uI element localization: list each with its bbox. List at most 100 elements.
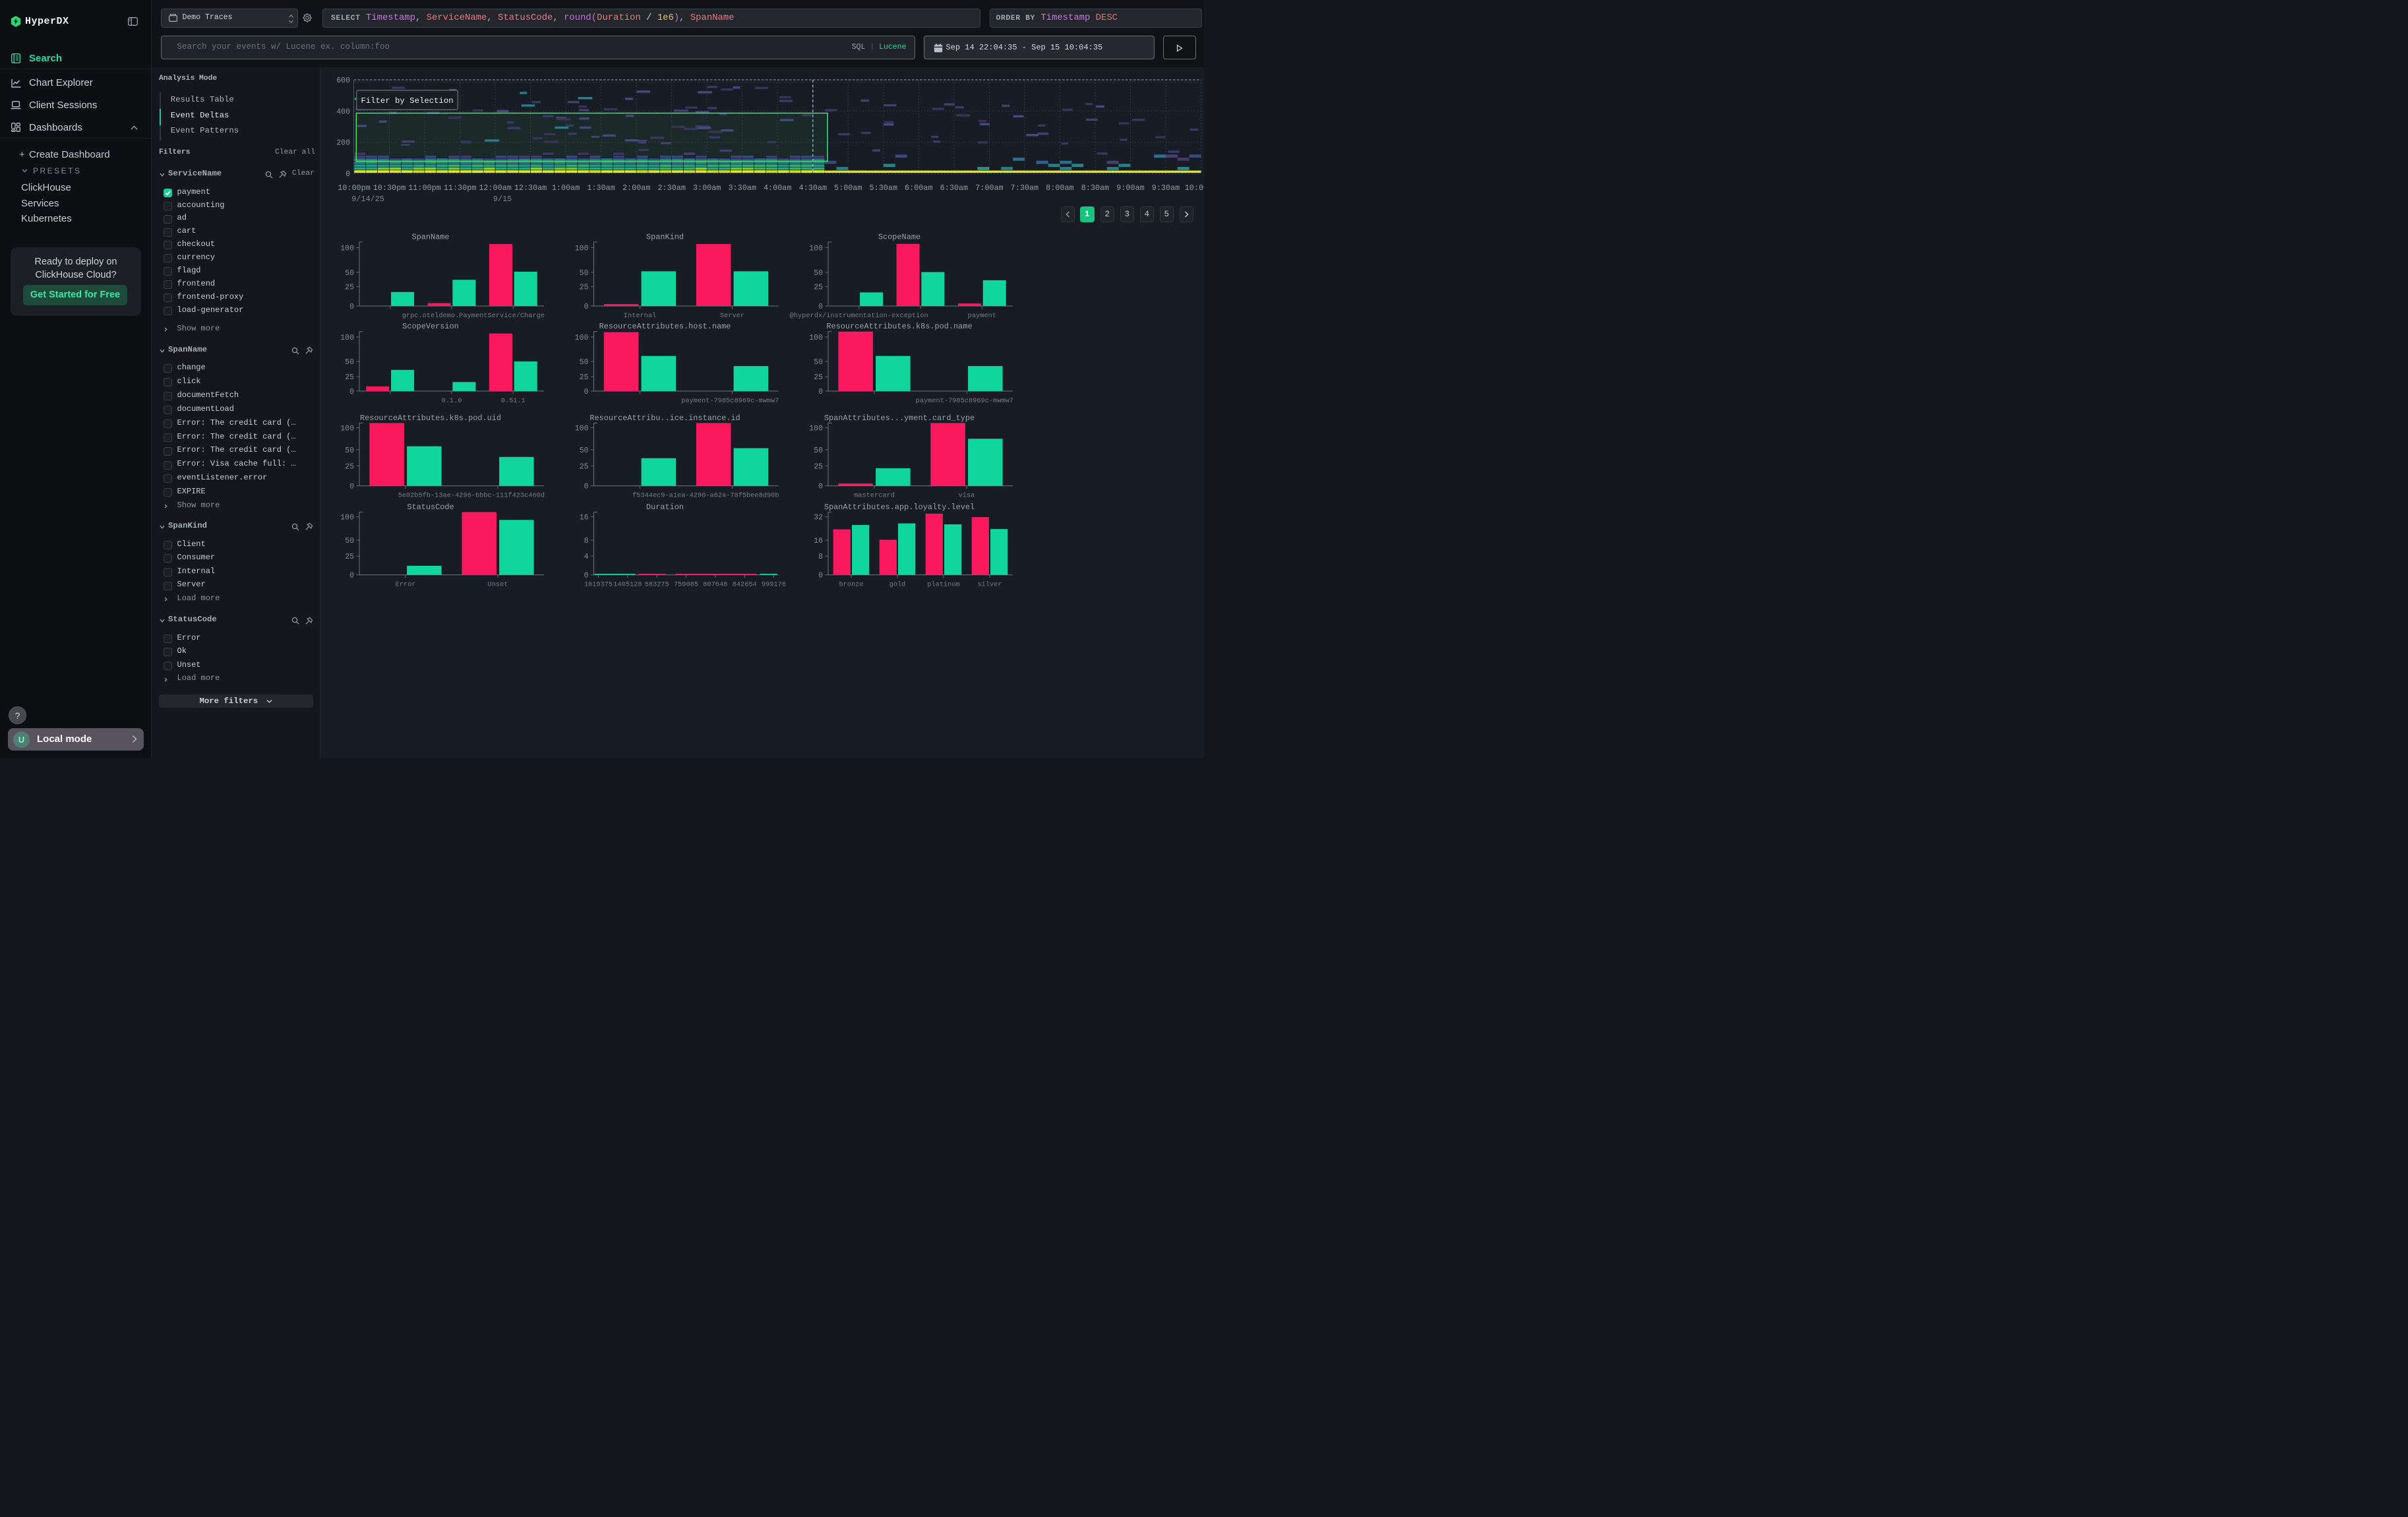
svg-text:100: 100 <box>340 244 354 253</box>
svg-text:f5344ec9-a1ea-4290-a62a-78f5be: f5344ec9-a1ea-4290-a62a-78f5bee8d90b <box>632 492 779 500</box>
svg-text:SpanName: SpanName <box>411 233 449 242</box>
svg-text:600: 600 <box>336 77 350 85</box>
svg-text:8:30am: 8:30am <box>1081 183 1109 193</box>
svg-text:Internal: Internal <box>624 312 656 320</box>
svg-text:100: 100 <box>340 513 354 522</box>
svg-text:100: 100 <box>340 334 354 342</box>
svg-text:payment: payment <box>968 312 996 320</box>
svg-text:1405128: 1405128 <box>613 581 642 589</box>
svg-text:759085: 759085 <box>674 581 698 589</box>
svg-text:ScopeName: ScopeName <box>878 233 920 242</box>
svg-text:StatusCode: StatusCode <box>407 503 454 512</box>
svg-text:ResourceAttributes.k8s.pod.nam: ResourceAttributes.k8s.pod.name <box>826 322 972 331</box>
svg-text:7:00am: 7:00am <box>975 183 1003 193</box>
svg-text:4: 4 <box>584 553 589 561</box>
svg-text:10:30pm: 10:30pm <box>373 183 406 193</box>
svg-text:0: 0 <box>349 572 354 580</box>
svg-text:25: 25 <box>580 462 589 471</box>
svg-text:ResourceAttributes.host.name: ResourceAttributes.host.name <box>599 322 731 331</box>
svg-text:1019375: 1019375 <box>584 581 613 589</box>
svg-text:100: 100 <box>575 424 589 433</box>
svg-text:Error: Error <box>396 581 416 589</box>
svg-text:50: 50 <box>814 447 823 455</box>
svg-text:0: 0 <box>584 483 589 491</box>
svg-text:807648: 807648 <box>703 581 727 589</box>
svg-text:100: 100 <box>809 334 823 342</box>
svg-text:583275: 583275 <box>645 581 669 589</box>
svg-text:12:00am: 12:00am <box>479 183 512 193</box>
svg-text:25: 25 <box>345 373 354 382</box>
svg-text:visa: visa <box>959 492 975 500</box>
svg-text:0.51.1: 0.51.1 <box>501 397 526 405</box>
svg-text:ResourceAttribu..ice.instance.: ResourceAttribu..ice.instance.id <box>589 414 740 423</box>
svg-text:100: 100 <box>809 244 823 253</box>
svg-text:Unset: Unset <box>488 581 508 589</box>
svg-text:9/14/25: 9/14/25 <box>351 195 384 204</box>
svg-text:ResourceAttributes.k8s.pod.uid: ResourceAttributes.k8s.pod.uid <box>360 414 501 423</box>
svg-text:grpc.oteldemo.PaymentService/C: grpc.oteldemo.PaymentService/Charge <box>402 312 545 320</box>
svg-text:Filter by Selection: Filter by Selection <box>361 96 453 106</box>
svg-text:999176: 999176 <box>762 581 786 589</box>
svg-text:0: 0 <box>584 388 589 396</box>
svg-text:0: 0 <box>584 303 589 311</box>
svg-text:25: 25 <box>580 284 589 292</box>
svg-text:25: 25 <box>345 284 354 292</box>
svg-text:100: 100 <box>575 244 589 253</box>
svg-text:10:00pm: 10:00pm <box>338 183 371 193</box>
svg-text:mastercard: mastercard <box>854 492 895 500</box>
svg-text:32: 32 <box>814 513 823 522</box>
svg-text:400: 400 <box>336 108 350 116</box>
svg-text:2:30am: 2:30am <box>657 183 685 193</box>
svg-text:0: 0 <box>346 170 350 179</box>
svg-text:6:30am: 6:30am <box>940 183 968 193</box>
svg-text:6:00am: 6:00am <box>905 183 932 193</box>
svg-text:9/15: 9/15 <box>493 195 512 204</box>
svg-text:0: 0 <box>349 303 354 311</box>
svg-text:4:30am: 4:30am <box>799 183 827 193</box>
svg-text:SpanKind: SpanKind <box>646 233 684 242</box>
svg-text:Server: Server <box>720 312 744 320</box>
svg-text:5e02b5fb-13ae-4296-bbbc-111f42: 5e02b5fb-13ae-4296-bbbc-111f423c460d <box>398 492 545 500</box>
svg-text:8: 8 <box>584 537 589 545</box>
svg-text:100: 100 <box>809 424 823 433</box>
svg-text:bronze: bronze <box>839 581 863 589</box>
svg-text:0: 0 <box>818 303 823 311</box>
svg-text:50: 50 <box>814 358 823 367</box>
svg-text:0: 0 <box>818 388 823 396</box>
svg-text:1:00am: 1:00am <box>552 183 580 193</box>
svg-text:16: 16 <box>580 513 589 522</box>
svg-text:0: 0 <box>349 388 354 396</box>
svg-text:9:30am: 9:30am <box>1152 183 1180 193</box>
svg-text:11:30pm: 11:30pm <box>444 183 477 193</box>
svg-text:50: 50 <box>580 269 589 278</box>
svg-text:payment-7985c8969c-mwmw7: payment-7985c8969c-mwmw7 <box>916 397 1013 405</box>
svg-text:25: 25 <box>345 462 354 471</box>
svg-text:3:30am: 3:30am <box>728 183 756 193</box>
svg-text:@hyperdx/instrumentation-excep: @hyperdx/instrumentation-exception <box>790 312 928 320</box>
svg-text:1:30am: 1:30am <box>587 183 615 193</box>
svg-text:8: 8 <box>818 553 823 561</box>
svg-text:2:00am: 2:00am <box>622 183 650 193</box>
svg-text:25: 25 <box>814 462 823 471</box>
svg-text:50: 50 <box>345 358 354 367</box>
svg-text:50: 50 <box>580 358 589 367</box>
svg-text:4:00am: 4:00am <box>764 183 791 193</box>
svg-text:12:30am: 12:30am <box>514 183 547 193</box>
svg-text:11:00pm: 11:00pm <box>408 183 441 193</box>
svg-text:100: 100 <box>340 424 354 433</box>
svg-text:200: 200 <box>336 139 350 148</box>
svg-text:0: 0 <box>584 572 589 580</box>
svg-text:5:00am: 5:00am <box>834 183 862 193</box>
svg-text:3:00am: 3:00am <box>693 183 721 193</box>
svg-text:10:00am: 10:00am <box>1185 183 1204 193</box>
svg-text:ScopeVersion: ScopeVersion <box>402 322 459 331</box>
svg-text:5:30am: 5:30am <box>870 183 897 193</box>
svg-text:0: 0 <box>349 483 354 491</box>
svg-text:50: 50 <box>814 269 823 278</box>
svg-text:0: 0 <box>818 572 823 580</box>
svg-text:25: 25 <box>814 284 823 292</box>
svg-text:0.1.0: 0.1.0 <box>442 397 462 405</box>
svg-text:50: 50 <box>345 447 354 455</box>
svg-text:7:30am: 7:30am <box>1011 183 1038 193</box>
svg-text:25: 25 <box>580 373 589 382</box>
